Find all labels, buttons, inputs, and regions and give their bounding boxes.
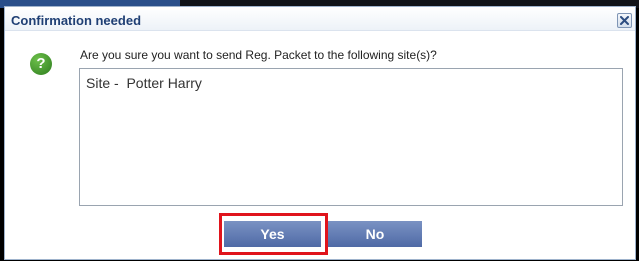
confirmation-dialog: Confirmation needed ? Are you sure you w…	[4, 6, 636, 260]
question-icon: ?	[30, 53, 52, 75]
close-button[interactable]	[617, 13, 632, 28]
dialog-title: Confirmation needed	[11, 13, 142, 28]
no-button[interactable]: No	[328, 221, 422, 247]
site-list-textarea[interactable]	[79, 68, 623, 206]
confirmation-message: Are you sure you want to send Reg. Packe…	[80, 48, 437, 62]
dialog-titlebar: Confirmation needed	[5, 7, 635, 31]
yes-button[interactable]: Yes	[224, 221, 321, 247]
close-icon	[620, 16, 629, 25]
